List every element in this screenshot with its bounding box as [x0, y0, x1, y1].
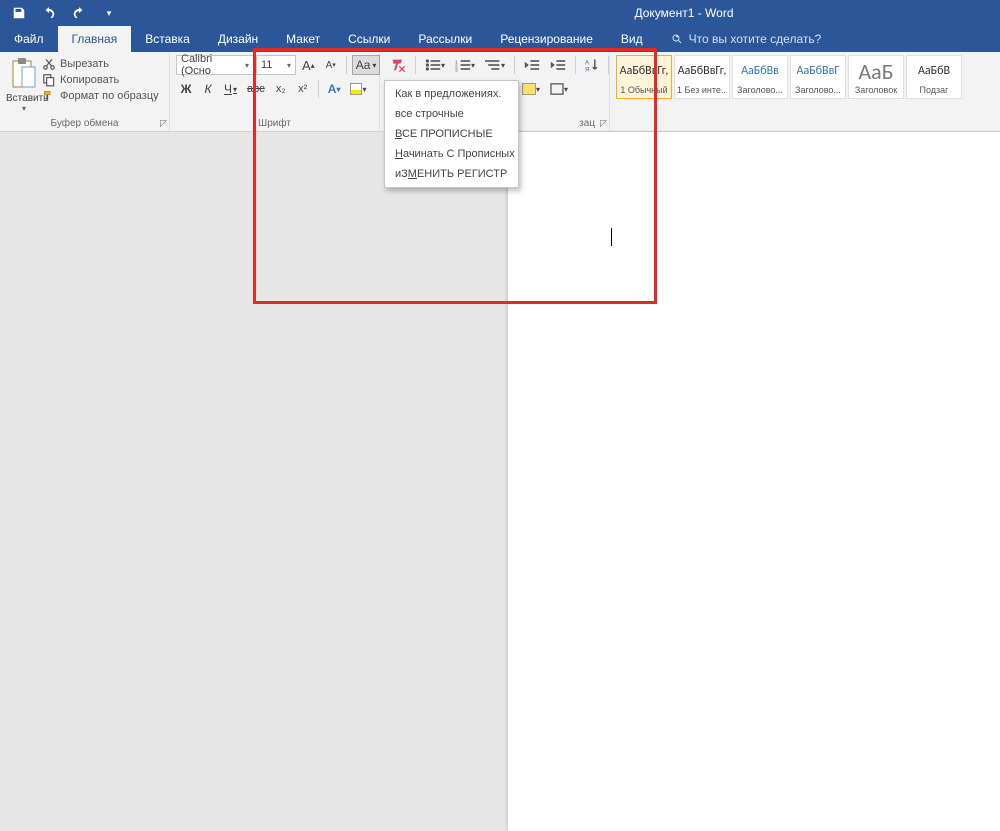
copy-label: Копировать	[60, 74, 119, 86]
highlight-button[interactable]: ▾	[346, 79, 370, 99]
style-item-3[interactable]: АаБбВвГ Заголово...	[790, 55, 846, 99]
group-font: Calibri (Осно▾ 11▾ A▴ A▾ Aa▾ Ж К Ч▾ abc …	[170, 52, 380, 131]
redo-icon[interactable]	[70, 4, 88, 22]
numbering-button[interactable]: 123▾	[451, 55, 479, 75]
case-menu-item-3[interactable]: Начинать С Прописных	[385, 144, 518, 164]
decrease-indent-button[interactable]	[520, 55, 544, 75]
style-name: Заголово...	[735, 85, 785, 95]
italic-button[interactable]: К	[198, 79, 218, 99]
style-name: 1 Без инте...	[677, 85, 727, 95]
text-effects-button[interactable]: A▾	[324, 79, 345, 99]
title-bar: ▾ Документ1 - Word	[0, 0, 1000, 26]
undo-icon[interactable]	[40, 4, 58, 22]
case-menu-item-2[interactable]: ВСЕ ПРОПИСНЫЕ	[385, 124, 518, 144]
subscript-button[interactable]: x₂	[271, 79, 291, 99]
increase-indent-button[interactable]	[546, 55, 570, 75]
tell-me-search[interactable]: Что вы хотите сделать?	[657, 26, 822, 52]
case-menu-item-1[interactable]: все строчные	[385, 104, 518, 124]
shading-button[interactable]: ▾	[518, 79, 544, 99]
tab-home[interactable]: Главная	[58, 26, 132, 52]
shrink-font-button[interactable]: A▾	[321, 55, 341, 75]
ribbon-tabs: Файл Главная Вставка Дизайн Макет Ссылки…	[0, 26, 1000, 52]
style-sample: АаБ	[851, 59, 901, 83]
borders-button[interactable]: ▾	[546, 79, 572, 99]
grow-font-button[interactable]: A▴	[298, 55, 319, 75]
paste-icon	[9, 57, 39, 91]
style-sample: АаБбВвГ	[793, 59, 843, 83]
style-sample: АаБбВ	[909, 59, 959, 83]
group-styles: АаБбВвГг, 1 Обычный АаБбВвГг, 1 Без инте...…	[610, 52, 1000, 131]
style-item-0[interactable]: АаБбВвГг, 1 Обычный	[616, 55, 672, 99]
paste-label: Вставить	[6, 93, 42, 104]
tab-mailings[interactable]: Рассылки	[404, 26, 486, 52]
superscript-button[interactable]: x²	[293, 79, 313, 99]
paragraph-launcher-icon[interactable]: ◸	[600, 118, 607, 129]
underline-button[interactable]: Ч▾	[220, 79, 241, 99]
style-name: Заголовок	[851, 85, 901, 95]
highlight-icon	[350, 83, 362, 95]
clear-formatting-button[interactable]	[386, 55, 410, 75]
font-name-value: Calibri (Осно	[181, 53, 241, 77]
group-clipboard: Вставить ▾ Вырезать Копировать Формат по…	[0, 52, 170, 131]
change-case-button[interactable]: Aa▾	[352, 55, 381, 75]
svg-text:3: 3	[455, 67, 458, 72]
tab-view[interactable]: Вид	[607, 26, 657, 52]
strikethrough-button[interactable]: abc	[243, 79, 269, 99]
window-title: Документ1 - Word	[118, 6, 1000, 20]
shading-icon	[522, 83, 536, 95]
qat-customize-icon[interactable]: ▾	[100, 4, 118, 22]
style-name: Подзаг	[909, 85, 959, 95]
format-painter-label: Формат по образцу	[60, 90, 159, 102]
document-workspace	[0, 132, 1000, 831]
format-painter-button[interactable]: Формат по образцу	[42, 89, 159, 103]
style-item-4[interactable]: АаБ Заголовок	[848, 55, 904, 99]
cut-button[interactable]: Вырезать	[42, 57, 159, 71]
tab-insert[interactable]: Вставка	[131, 26, 204, 52]
style-name: 1 Обычный	[619, 85, 669, 95]
clipboard-launcher-icon[interactable]: ◸	[160, 118, 167, 129]
case-menu-item-4[interactable]: иЗМЕНИТЬ РЕГИСТР	[385, 164, 518, 184]
cut-label: Вырезать	[60, 58, 109, 70]
svg-text:Я: Я	[585, 66, 590, 72]
sort-button[interactable]: AЯ	[581, 55, 603, 75]
tab-references[interactable]: Ссылки	[334, 26, 404, 52]
style-item-1[interactable]: АаБбВвГг, 1 Без инте...	[674, 55, 730, 99]
font-group-label: Шрифт	[176, 118, 373, 131]
bold-button[interactable]: Ж	[176, 79, 196, 99]
multilevel-list-button[interactable]: ▾	[481, 55, 509, 75]
font-name-combo[interactable]: Calibri (Осно▾	[176, 55, 254, 75]
style-item-2[interactable]: АаБбВв Заголово...	[732, 55, 788, 99]
tell-me-label: Что вы хотите сделать?	[689, 32, 822, 46]
style-sample: АаБбВв	[735, 59, 785, 83]
style-sample: АаБбВвГг,	[677, 59, 727, 83]
text-cursor	[611, 228, 612, 246]
change-case-menu: Как в предложениях.все строчныеВСЕ ПРОПИ…	[384, 80, 519, 188]
style-item-5[interactable]: АаБбВ Подзаг	[906, 55, 962, 99]
font-size-combo[interactable]: 11▾	[256, 55, 296, 75]
svg-text:A: A	[585, 59, 590, 66]
bullets-button[interactable]: ▾	[421, 55, 449, 75]
tab-layout[interactable]: Макет	[272, 26, 334, 52]
font-size-value: 11	[261, 59, 272, 71]
tab-file[interactable]: Файл	[0, 26, 58, 52]
case-menu-item-0[interactable]: Как в предложениях.	[385, 84, 518, 104]
copy-button[interactable]: Копировать	[42, 73, 159, 87]
tab-review[interactable]: Рецензирование	[486, 26, 607, 52]
tab-design[interactable]: Дизайн	[204, 26, 272, 52]
style-name: Заголово...	[793, 85, 843, 95]
document-page[interactable]	[508, 132, 1000, 831]
style-sample: АаБбВвГг,	[619, 59, 669, 83]
quick-access-toolbar: ▾	[0, 4, 118, 22]
save-icon[interactable]	[10, 4, 28, 22]
clipboard-group-label: Буфер обмена	[6, 118, 163, 131]
paste-button[interactable]: Вставить ▾	[6, 55, 42, 113]
